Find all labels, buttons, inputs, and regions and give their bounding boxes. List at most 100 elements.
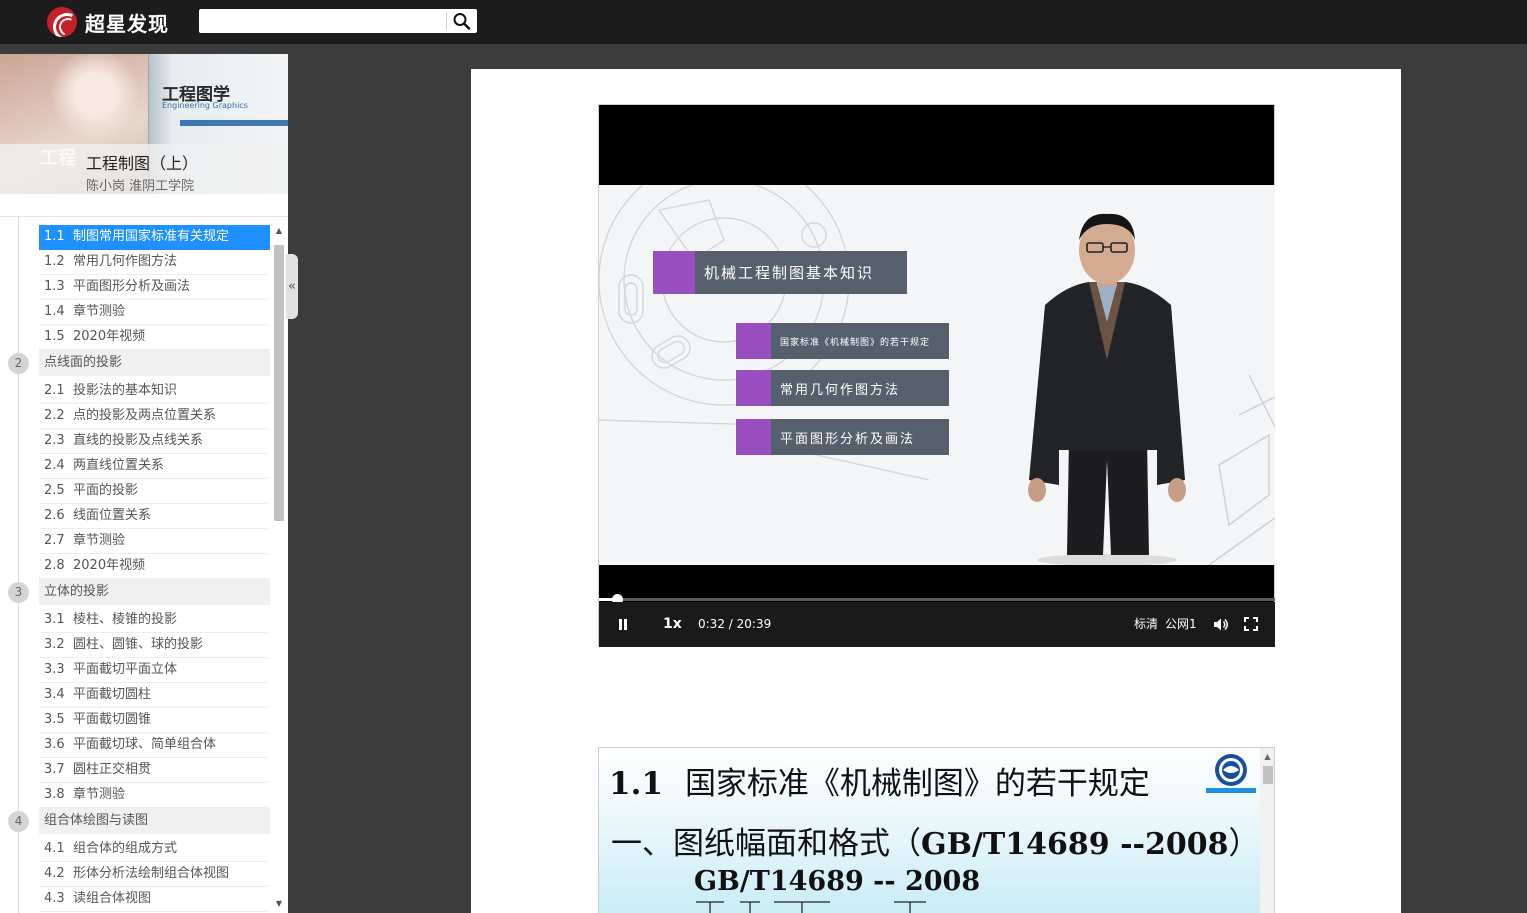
- toc-item-label: 平面截切圆锥: [73, 712, 152, 727]
- video-player[interactable]: 机械工程制图基本知识 国家标准《机械制图》的若干规定 常用几何作图方法 平面图形…: [598, 104, 1275, 647]
- toc-item-number: 3.5: [44, 712, 65, 727]
- chapter-number-badge: 2: [8, 353, 29, 374]
- pause-icon[interactable]: [617, 618, 629, 632]
- toc-item[interactable]: 3.3 平面截切平面立体: [39, 658, 270, 683]
- slide-subtitle-suffix: ）: [1228, 826, 1260, 862]
- slide-drawing-lines: [696, 901, 926, 913]
- toc-item-number: 4.2: [44, 866, 65, 881]
- toc-item-number: 4.3: [44, 891, 65, 906]
- line-select-button[interactable]: 公网1: [1165, 602, 1197, 647]
- toc-item-label: 平面截切圆柱: [73, 687, 152, 702]
- search-button[interactable]: [451, 11, 473, 31]
- toc-item[interactable]: 3.1 棱柱、棱锥的投影: [39, 608, 270, 633]
- toc-item[interactable]: 1.4 章节测验: [39, 300, 270, 325]
- fullscreen-icon[interactable]: [1244, 617, 1258, 631]
- slide-scrollbar-thumb[interactable]: [1263, 766, 1273, 784]
- toc-item[interactable]: 2.2 点的投影及两点位置关系: [39, 404, 270, 429]
- toc-item[interactable]: 1.2 常用几何作图方法: [39, 250, 270, 275]
- toc-item[interactable]: 4.1 组合体的组成方式: [39, 837, 270, 862]
- course-sidebar: 工程图学 Engineering Graphics 工程 工程制图（上） 陈小岗…: [0, 54, 288, 913]
- toc-item-number: 2.3: [44, 433, 65, 448]
- toc-item[interactable]: 2.1 投影法的基本知识: [39, 379, 270, 404]
- toc-item[interactable]: 3.8 章节测验: [39, 783, 270, 808]
- toc-item[interactable]: 4.3 读组合体视图: [39, 887, 270, 912]
- toc-list: 1.1 制图常用国家标准有关规定 1.2 常用几何作图方法 1.3 平面图形分析及画法 1.…: [0, 225, 270, 912]
- slide-scrollbar[interactable]: ▲: [1260, 748, 1274, 913]
- toc-item-number: 1.1: [44, 229, 65, 244]
- video-menu-item-text: 国家标准《机械制图》的若干规定: [780, 337, 931, 348]
- current-time: 0:32: [698, 617, 725, 631]
- toc-item-number: 3.7: [44, 762, 65, 777]
- toc-chapter[interactable]: 4 组合体绘图与读图: [0, 808, 270, 837]
- toc-item-number: 3.2: [44, 637, 65, 652]
- total-time: 20:39: [736, 617, 772, 631]
- slide-subtitle: 一、图纸幅面和格式（GB/T14689 --2008）: [611, 818, 1259, 863]
- scroll-up-arrow-icon[interactable]: ▲: [1260, 752, 1274, 761]
- scroll-down-arrow-icon[interactable]: ▼: [273, 898, 285, 910]
- toc-item[interactable]: 2.4 两直线位置关系: [39, 454, 270, 479]
- book-cover: 工程图学 Engineering Graphics 工程 工程制图（上） 陈小岗…: [0, 54, 288, 194]
- chaoxing-logo-icon: [47, 7, 77, 37]
- toc-item-number: 2.2: [44, 408, 65, 423]
- toc-item-label: 直线的投影及点线关系: [73, 433, 204, 448]
- toc-item-label: 形体分析法绘制组合体视图: [73, 866, 230, 881]
- video-menu-item: 国家标准《机械制图》的若干规定: [736, 323, 949, 359]
- toc-item-number: 3.8: [44, 787, 65, 802]
- menu-item-accent: [736, 419, 771, 455]
- video-menu-item-text: 常用几何作图方法: [780, 382, 901, 398]
- toc-item-label: 平面截切平面立体: [73, 662, 178, 677]
- toc-item-number: 2.6: [44, 508, 65, 523]
- search-input[interactable]: [199, 9, 446, 33]
- cover-stripe: [180, 120, 288, 126]
- toc-item[interactable]: 2.7 章节测验: [39, 529, 270, 554]
- toc-item[interactable]: 3.4 平面截切圆柱: [39, 683, 270, 708]
- toc-item-label: 2020年视频: [73, 329, 146, 344]
- toc-item[interactable]: 2.5 平面的投影: [39, 479, 270, 504]
- toc-item-label: 投影法的基本知识: [73, 383, 178, 398]
- toc-item[interactable]: 3.6 平面截切球、简单组合体: [39, 733, 270, 758]
- toc-item[interactable]: 3.2 圆柱、圆锥、球的投影: [39, 633, 270, 658]
- toc-item-number: 3.3: [44, 662, 65, 677]
- toc-item[interactable]: 1.3 平面图形分析及画法: [39, 275, 270, 300]
- toc-item-number: 4.1: [44, 841, 65, 856]
- toc-item[interactable]: 3.7 圆柱正交相贯: [39, 758, 270, 783]
- lecturer-figure: [1028, 213, 1186, 565]
- time-display: 0:32 / 20:39: [698, 602, 771, 647]
- quality-button[interactable]: 标清: [1134, 602, 1158, 647]
- toc-item-label: 平面截切球、简单组合体: [73, 737, 217, 752]
- toc-item[interactable]: 1.5 2020年视频: [39, 325, 270, 350]
- collapse-sidebar-button[interactable]: «: [286, 254, 298, 319]
- toc-item-active[interactable]: 1.1 制图常用国家标准有关规定: [39, 225, 270, 250]
- toc-item-number: 3.1: [44, 612, 65, 627]
- table-of-contents: 1.1 制图常用国家标准有关规定 1.2 常用几何作图方法 1.3 平面图形分析及画法 1.…: [0, 216, 288, 913]
- cover-watermark: 工程: [40, 148, 76, 169]
- volume-icon[interactable]: [1213, 617, 1229, 632]
- playback-speed-button[interactable]: 1x: [663, 602, 682, 647]
- menu-item-accent: [736, 323, 771, 359]
- toc-item-label: 2020年视频: [73, 558, 146, 573]
- cover-subtitle: Engineering Graphics: [162, 101, 248, 110]
- toc-item[interactable]: 2.6 线面位置关系: [39, 504, 270, 529]
- toc-chapter[interactable]: 2 点线面的投影: [0, 350, 270, 379]
- video-controls: 1x 0:32 / 20:39 标清 公网1: [599, 602, 1275, 647]
- chapter-title: 组合体绘图与读图: [39, 808, 270, 834]
- video-progress-track[interactable]: [599, 598, 1275, 601]
- toc-item[interactable]: 2.8 2020年视频: [39, 554, 270, 579]
- toc-item[interactable]: 2.3 直线的投影及点线关系: [39, 429, 270, 454]
- toc-item-label: 点的投影及两点位置关系: [73, 408, 217, 423]
- university-logo-icon: [1206, 754, 1256, 793]
- toc-chapter[interactable]: 3 立体的投影: [0, 579, 270, 608]
- search-icon: [453, 13, 471, 30]
- toc-item[interactable]: 4.2 形体分析法绘制组合体视图: [39, 862, 270, 887]
- toc-item-label: 读组合体视图: [73, 891, 152, 906]
- scroll-up-arrow-icon[interactable]: ▲: [273, 225, 285, 237]
- video-menu-item: 常用几何作图方法: [736, 370, 949, 406]
- chapter-number-badge: 4: [8, 811, 29, 832]
- toc-item-number: 2.5: [44, 483, 65, 498]
- toc-item-number: 1.5: [44, 329, 65, 344]
- brand-logo[interactable]: 超星发现: [47, 7, 169, 37]
- toc-scrollbar-thumb[interactable]: [274, 245, 284, 521]
- toc-item[interactable]: 3.5 平面截切圆锥: [39, 708, 270, 733]
- toc-item-number: 3.4: [44, 687, 65, 702]
- toc-item-number: 1.4: [44, 304, 65, 319]
